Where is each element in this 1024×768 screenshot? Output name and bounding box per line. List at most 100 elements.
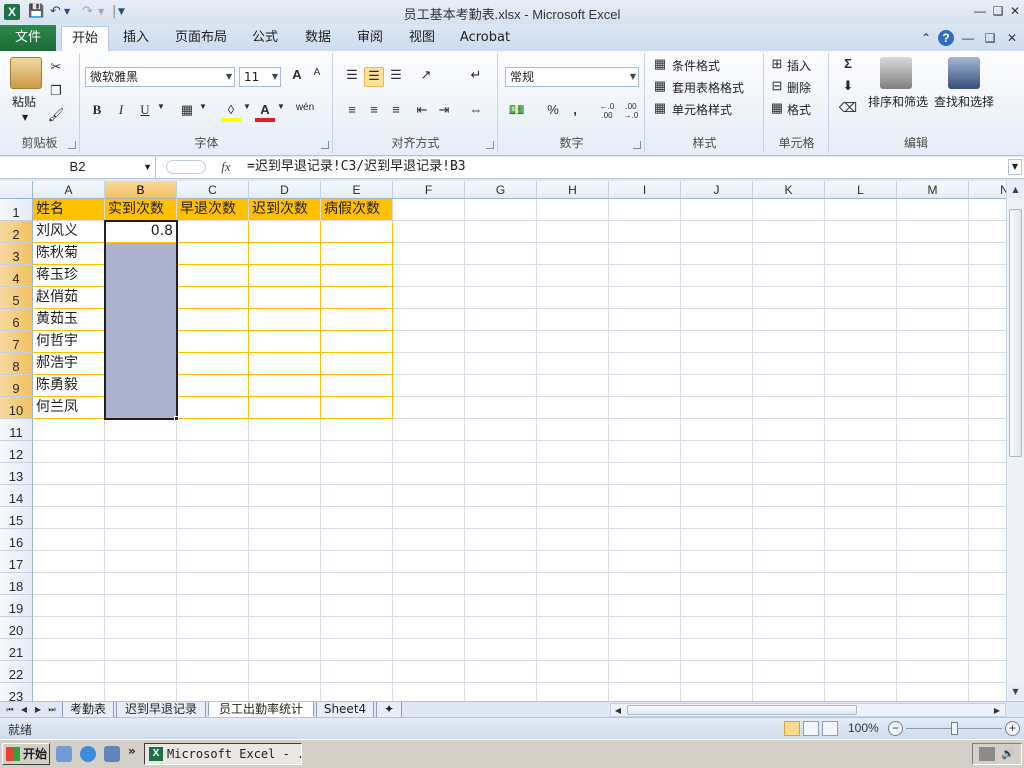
row-header-8[interactable]: 8: [0, 353, 33, 375]
page-break-view-icon[interactable]: [822, 721, 838, 736]
minimize-icon[interactable]: —: [972, 3, 988, 19]
name-box-dropdown-icon[interactable]: ▼: [143, 157, 152, 177]
bold-button[interactable]: B: [87, 102, 107, 122]
row-header-4[interactable]: 4: [0, 265, 33, 287]
tab-acrobat[interactable]: Acrobat: [452, 26, 518, 51]
sheet-tab-late-early-records[interactable]: 迟到早退记录: [116, 702, 206, 717]
name-cell-a10[interactable]: 何兰凤: [33, 397, 104, 418]
fill-color-dropdown-icon[interactable]: ▼: [237, 102, 257, 122]
clipboard-dialog-launcher[interactable]: [68, 141, 76, 149]
workbook-minimize-icon[interactable]: —: [960, 30, 976, 46]
font-color-dropdown-icon[interactable]: ▼: [271, 102, 291, 122]
column-header-d[interactable]: D: [249, 181, 321, 199]
font-dialog-launcher[interactable]: [321, 141, 329, 149]
row-header-13[interactable]: 13: [0, 463, 33, 485]
sheet-tab-sheet4[interactable]: Sheet4: [316, 702, 374, 717]
next-sheet-icon[interactable]: ▶: [32, 703, 44, 716]
merge-center-icon[interactable]: ⇔: [466, 102, 486, 122]
percent-style-button[interactable]: %: [543, 102, 563, 122]
increase-indent-icon[interactable]: ⇥: [434, 102, 454, 122]
fill-icon[interactable]: ⬇: [838, 78, 858, 98]
fill-handle[interactable]: [174, 416, 179, 421]
sheet-tab-attendance[interactable]: 考勤表: [62, 702, 114, 717]
vertical-scroll-thumb[interactable]: [1009, 209, 1022, 457]
comma-style-button[interactable]: ,: [565, 102, 585, 122]
column-header-l[interactable]: L: [825, 181, 897, 199]
find-select-icon[interactable]: [948, 57, 980, 89]
close-icon[interactable]: ✕: [1007, 3, 1023, 19]
formula-bar-expand-icon[interactable]: ▼: [1008, 159, 1022, 175]
prev-sheet-icon[interactable]: ◀: [18, 703, 30, 716]
column-header-k[interactable]: K: [753, 181, 825, 199]
zoom-slider-knob[interactable]: [951, 722, 958, 735]
header-cell-d1[interactable]: 迟到次数: [249, 199, 320, 220]
italic-button[interactable]: I: [111, 102, 131, 122]
column-header-c[interactable]: C: [177, 181, 249, 199]
phonetic-guide-icon[interactable]: wén: [295, 102, 315, 122]
row-header-15[interactable]: 15: [0, 507, 33, 529]
header-cell-e1[interactable]: 病假次数: [321, 199, 392, 220]
row-header-12[interactable]: 12: [0, 441, 33, 463]
format-cells-button[interactable]: 格式: [787, 101, 811, 119]
row-header-7[interactable]: 7: [0, 331, 33, 353]
clear-icon[interactable]: ⌫: [838, 100, 858, 120]
name-cell-a5[interactable]: 赵俏茹: [33, 287, 104, 308]
row-header-10[interactable]: 10: [0, 397, 33, 419]
paste-icon[interactable]: [10, 57, 42, 89]
tab-formulas[interactable]: 公式: [243, 26, 287, 51]
first-sheet-icon[interactable]: ⏮: [4, 703, 16, 716]
wrap-text-icon[interactable]: ↵: [466, 67, 486, 87]
column-header-f[interactable]: F: [393, 181, 465, 199]
row-header-3[interactable]: 3: [0, 243, 33, 265]
worksheet-grid[interactable]: ABCDEFGHIJKLMN 1 2 3 4 5 6 7 8 9 10 11 12 13 14 15 16 17…: [0, 181, 1006, 701]
volume-icon[interactable]: 🔊: [1001, 747, 1015, 761]
delete-cells-button[interactable]: 删除: [787, 79, 811, 97]
borders-dropdown-icon[interactable]: ▼: [193, 102, 213, 122]
sort-filter-button[interactable]: 排序和筛选: [868, 93, 928, 111]
column-header-b[interactable]: B: [105, 181, 177, 199]
cell-styles-button[interactable]: 单元格样式: [672, 101, 732, 119]
minimize-ribbon-icon[interactable]: ⌃: [918, 30, 934, 46]
scroll-up-icon[interactable]: ▲: [1008, 182, 1023, 198]
header-cell-c1[interactable]: 早退次数: [177, 199, 248, 220]
taskbar-overflow-icon[interactable]: »: [128, 744, 136, 758]
name-cell-a6[interactable]: 黄茹玉: [33, 309, 104, 330]
align-bottom-icon[interactable]: ☰: [386, 67, 406, 87]
page-layout-view-icon[interactable]: [803, 721, 819, 736]
start-button[interactable]: 开始: [2, 743, 50, 765]
align-left-icon[interactable]: ≡: [342, 102, 362, 122]
column-header-g[interactable]: G: [465, 181, 537, 199]
row-header-11[interactable]: 11: [0, 419, 33, 441]
tab-insert[interactable]: 插入: [114, 26, 158, 51]
insert-cells-button[interactable]: 插入: [787, 57, 811, 75]
tab-view[interactable]: 视图: [400, 26, 444, 51]
horizontal-scroll-thumb[interactable]: [627, 705, 857, 715]
row-header-19[interactable]: 19: [0, 595, 33, 617]
font-size-dropdown-icon[interactable]: ▼: [272, 68, 278, 86]
keyboard-icon[interactable]: [979, 747, 995, 761]
conditional-format-button[interactable]: 条件格式: [672, 57, 720, 75]
row-header-16[interactable]: 16: [0, 529, 33, 551]
name-cell-a3[interactable]: 陈秋菊: [33, 243, 104, 264]
header-cell-a1[interactable]: 姓名: [33, 199, 104, 220]
number-format-combo[interactable]: 常规 ▼: [505, 67, 639, 87]
taskbar-excel-button[interactable]: X Microsoft Excel - ...: [144, 743, 302, 765]
name-cell-a7[interactable]: 何哲宇: [33, 331, 104, 352]
row-header-20[interactable]: 20: [0, 617, 33, 639]
sort-filter-icon[interactable]: [880, 57, 912, 89]
row-header-23[interactable]: 23: [0, 683, 33, 701]
copy-icon[interactable]: ❐: [46, 83, 66, 103]
show-desktop-icon[interactable]: [56, 746, 72, 762]
zoom-level[interactable]: 100%: [848, 721, 879, 735]
decrease-indent-icon[interactable]: ⇤: [412, 102, 432, 122]
name-box[interactable]: B2 ▼: [0, 157, 156, 178]
sheet-tab-attendance-rate[interactable]: 员工出勤率统计: [208, 702, 314, 717]
insert-function-button[interactable]: fx: [216, 157, 236, 178]
tab-data[interactable]: 数据: [296, 26, 340, 51]
increase-decimal-button[interactable]: ←.0 .00: [595, 102, 619, 122]
row-header-17[interactable]: 17: [0, 551, 33, 573]
insert-sheet-icon[interactable]: ✦: [376, 702, 402, 717]
scroll-right-icon[interactable]: ▶: [991, 704, 1003, 717]
align-middle-icon[interactable]: ☰: [364, 67, 384, 87]
scroll-left-icon[interactable]: ◀: [612, 704, 624, 717]
